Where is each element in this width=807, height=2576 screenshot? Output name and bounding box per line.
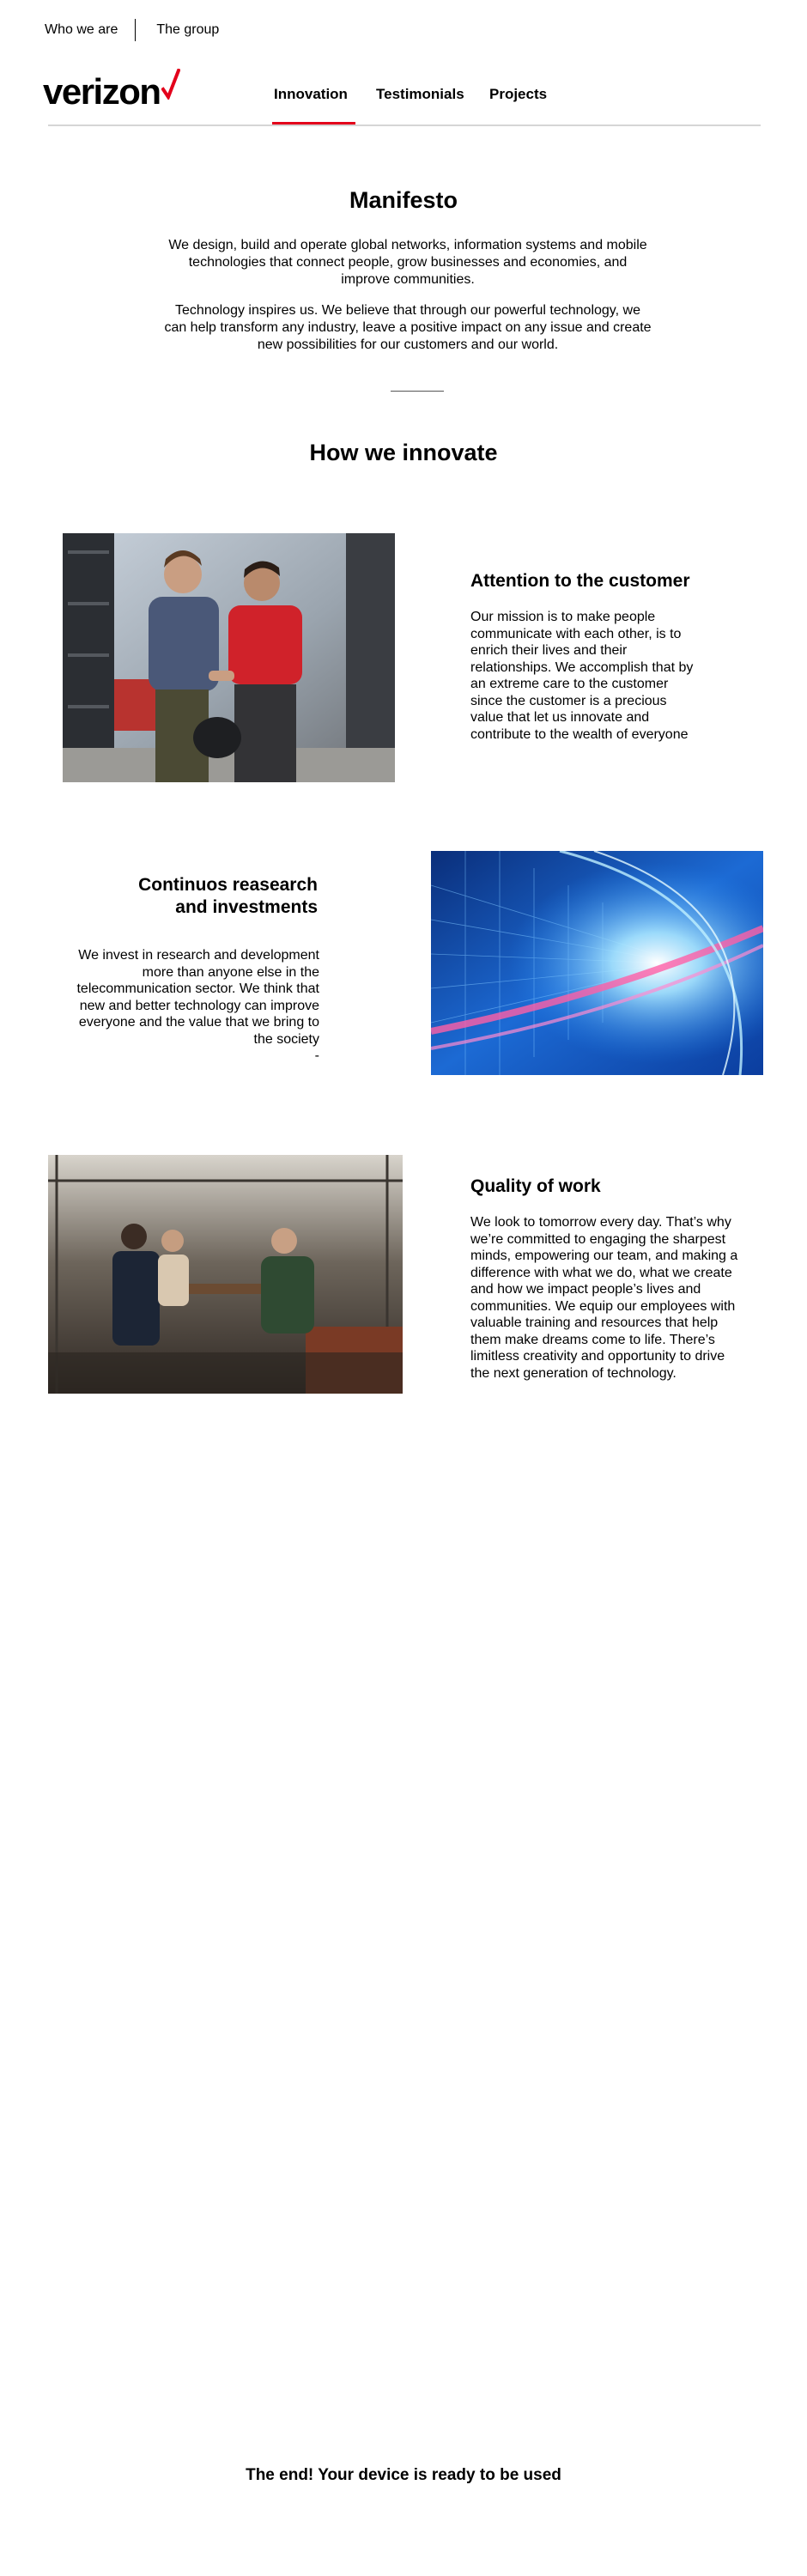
logo-wordmark: verizon bbox=[43, 71, 161, 112]
who-we-are-link[interactable]: Who we are bbox=[45, 22, 118, 38]
tab-innovation[interactable]: Innovation bbox=[272, 86, 355, 125]
feature-title-customer: Attention to the customer bbox=[470, 571, 690, 591]
verizon-logo[interactable]: verizon bbox=[43, 69, 180, 112]
feature-title-quality: Quality of work bbox=[470, 1176, 601, 1196]
feature-text-research: We invest in research and development mo… bbox=[70, 947, 319, 1065]
how-we-innovate-title: How we innovate bbox=[309, 440, 498, 465]
feature-text-quality: We look to tomorrow every day. That’s wh… bbox=[470, 1215, 738, 1381]
feature-text-research-body: We invest in research and development mo… bbox=[76, 948, 319, 1047]
feature-title-research: Continuos reasearch and investments bbox=[138, 875, 318, 917]
section-divider bbox=[391, 391, 444, 392]
the-group-link[interactable]: The group bbox=[156, 22, 219, 38]
nav-separator bbox=[135, 19, 137, 41]
feature-text-research-trailing-mark: - bbox=[314, 1048, 319, 1063]
tab-projects[interactable]: Projects bbox=[489, 86, 558, 125]
manifesto-paragraph-1: We design, build and operate global netw… bbox=[168, 238, 647, 287]
tab-testimonials[interactable]: Testimonials bbox=[376, 86, 474, 125]
top-utility-nav: Who we are The group bbox=[45, 19, 219, 41]
feature-text-customer: Our mission is to make people communicat… bbox=[470, 610, 694, 742]
light-speed-tunnel-photo bbox=[431, 851, 763, 1075]
checkmark-icon bbox=[161, 69, 180, 100]
nav-underline-divider bbox=[48, 125, 761, 126]
two-men-handshake-photo bbox=[63, 533, 395, 782]
people-in-restaurant-photo bbox=[48, 1155, 403, 1394]
main-nav: Innovation Testimonials Projects bbox=[272, 86, 558, 125]
manifesto-paragraph-2: Technology inspires us. We believe that … bbox=[164, 303, 652, 352]
manifesto-title: Manifesto bbox=[349, 187, 458, 213]
end-message: The end! Your device is ready to be used bbox=[246, 2466, 561, 2484]
